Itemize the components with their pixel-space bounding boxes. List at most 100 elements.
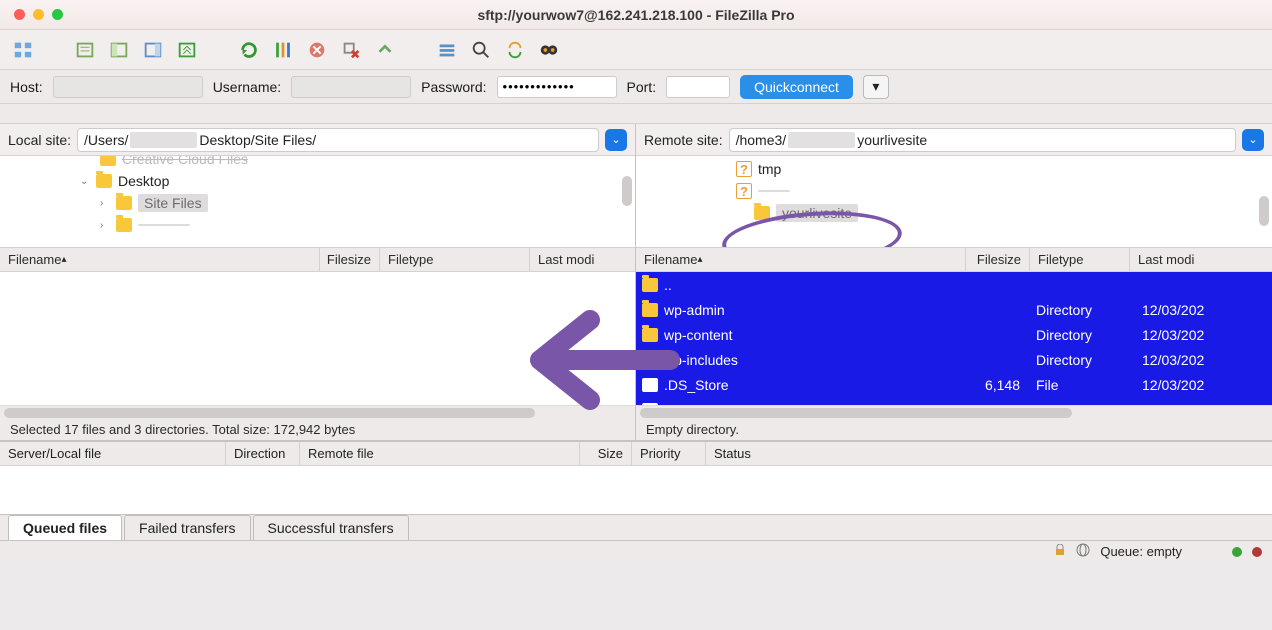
close-window-icon[interactable]	[14, 9, 25, 20]
remote-file-list[interactable]: .. wp-admin Directory 12/03/202 wp-conte…	[636, 272, 1272, 405]
chevron-down-icon: ⌄	[1248, 133, 1257, 146]
local-site-label: Local site:	[8, 132, 71, 148]
folder-icon	[754, 206, 770, 220]
window-title: sftp://yourwow7@162.241.218.100 - FileZi…	[477, 7, 794, 23]
remote-tree[interactable]: ?tmp ? yourlivesite	[636, 156, 1272, 248]
remote-scrollbar[interactable]	[636, 405, 1272, 419]
toggle-queue-button[interactable]	[172, 36, 202, 64]
panels: Local site: /Users/ x Desktop/Site Files…	[0, 124, 1272, 442]
host-input[interactable]	[53, 76, 203, 98]
tree-item[interactable]: ›	[0, 214, 635, 236]
quickconnect-bar: Host: Username: Password: Port: Quickcon…	[0, 70, 1272, 104]
quickconnect-button[interactable]: Quickconnect	[740, 75, 853, 99]
file-date: 12/03/202	[1142, 302, 1272, 318]
file-name: ..	[664, 277, 964, 293]
search-button[interactable]	[534, 36, 564, 64]
tree-label-blur	[138, 224, 190, 226]
tab-successful-transfers[interactable]: Successful transfers	[253, 515, 409, 540]
process-queue-button[interactable]	[268, 36, 298, 64]
tree-item-yourlivesite[interactable]: yourlivesite	[636, 202, 1272, 224]
local-file-list[interactable]	[0, 272, 635, 405]
local-status: Selected 17 files and 3 directories. Tot…	[0, 419, 635, 441]
col-modified[interactable]: Last modi	[530, 248, 635, 271]
tree-label: yourlivesite	[776, 204, 858, 222]
tree-item[interactable]: Creative Cloud Files	[0, 156, 635, 170]
reconnect-button[interactable]	[370, 36, 400, 64]
file-type: Directory	[1036, 352, 1136, 368]
username-label: Username:	[213, 79, 281, 95]
toggle-local-tree-button[interactable]	[104, 36, 134, 64]
tree-item[interactable]: ?	[636, 180, 1272, 202]
chevron-down-icon: ⌄	[611, 133, 620, 146]
col-filesize[interactable]: Filesize	[966, 248, 1030, 271]
queue-body[interactable]	[0, 466, 1272, 514]
window-controls	[0, 9, 63, 20]
toggle-log-button[interactable]	[70, 36, 100, 64]
file-row[interactable]: wp-includes Directory 12/03/202	[636, 347, 1272, 372]
tab-queued-files[interactable]: Queued files	[8, 515, 122, 540]
file-row[interactable]: index.php 405 php-file 02/06/202	[636, 397, 1272, 405]
col-filename[interactable]: Filename	[636, 248, 966, 271]
toggle-remote-tree-button[interactable]	[138, 36, 168, 64]
remote-site-dropdown[interactable]: ⌄	[1242, 129, 1264, 151]
scrollbar-thumb[interactable]	[622, 176, 632, 206]
file-type: Directory	[1036, 302, 1136, 318]
local-site-dropdown[interactable]: ⌄	[605, 129, 627, 151]
col-size[interactable]: Size	[580, 442, 632, 465]
cancel-button[interactable]	[302, 36, 332, 64]
col-modified[interactable]: Last modi	[1130, 248, 1272, 271]
username-input[interactable]	[291, 76, 411, 98]
tab-failed-transfers[interactable]: Failed transfers	[124, 515, 250, 540]
password-input[interactable]	[497, 76, 617, 98]
local-scrollbar[interactable]	[0, 405, 635, 419]
minimize-window-icon[interactable]	[33, 9, 44, 20]
queue-tabs: Queued files Failed transfers Successful…	[0, 514, 1272, 540]
col-remote[interactable]: Remote file	[300, 442, 580, 465]
disconnect-button[interactable]	[336, 36, 366, 64]
chevron-right-icon: ›	[100, 220, 110, 231]
remote-site-input[interactable]: /home3/ x yourlivesite	[729, 128, 1236, 152]
tree-label-blur	[758, 190, 790, 192]
col-filesize[interactable]: Filesize	[320, 248, 380, 271]
statusbar: Queue: empty	[0, 540, 1272, 562]
col-direction[interactable]: Direction	[226, 442, 300, 465]
file-type: Directory	[1036, 327, 1136, 343]
remote-status: Empty directory.	[636, 419, 1272, 441]
tree-item-desktop[interactable]: ⌄Desktop	[0, 170, 635, 192]
col-filename[interactable]: Filename	[0, 248, 320, 271]
status-dot-icon	[1232, 547, 1242, 557]
remote-panel: Remote site: /home3/ x yourlivesite ⌄ ?t…	[636, 124, 1272, 441]
col-status[interactable]: Status	[706, 442, 1272, 465]
quickconnect-history-button[interactable]: ▾	[863, 75, 889, 99]
scrollbar-thumb[interactable]	[640, 408, 1072, 418]
col-filetype[interactable]: Filetype	[1030, 248, 1130, 271]
file-date: 12/03/202	[1142, 327, 1272, 343]
compare-button[interactable]	[466, 36, 496, 64]
tree-item-tmp[interactable]: ?tmp	[636, 158, 1272, 180]
remote-site-label: Remote site:	[644, 132, 723, 148]
refresh-button[interactable]	[234, 36, 264, 64]
file-row[interactable]: wp-content Directory 12/03/202	[636, 322, 1272, 347]
scrollbar-thumb[interactable]	[4, 408, 535, 418]
local-tree[interactable]: Creative Cloud Files ⌄Desktop ›Site File…	[0, 156, 635, 248]
folder-icon	[96, 174, 112, 188]
scrollbar-thumb[interactable]	[1259, 196, 1269, 226]
file-row[interactable]: ..	[636, 272, 1272, 297]
tree-item-sitefiles[interactable]: ›Site Files	[0, 192, 635, 214]
col-server[interactable]: Server/Local file	[0, 442, 226, 465]
local-site-input[interactable]: /Users/ x Desktop/Site Files/	[77, 128, 599, 152]
filter-button[interactable]	[432, 36, 462, 64]
col-priority[interactable]: Priority	[632, 442, 706, 465]
sync-browse-button[interactable]	[500, 36, 530, 64]
site-manager-button[interactable]	[8, 36, 38, 64]
file-icon	[642, 378, 658, 392]
folder-icon	[642, 353, 658, 367]
zoom-window-icon[interactable]	[52, 9, 63, 20]
file-row[interactable]: wp-admin Directory 12/03/202	[636, 297, 1272, 322]
col-filetype[interactable]: Filetype	[380, 248, 530, 271]
file-row[interactable]: .DS_Store 6,148 File 12/03/202	[636, 372, 1272, 397]
chevron-down-icon: ▾	[872, 78, 879, 95]
port-input[interactable]	[666, 76, 730, 98]
port-label: Port:	[627, 79, 657, 95]
chevron-down-icon: ⌄	[80, 176, 90, 187]
